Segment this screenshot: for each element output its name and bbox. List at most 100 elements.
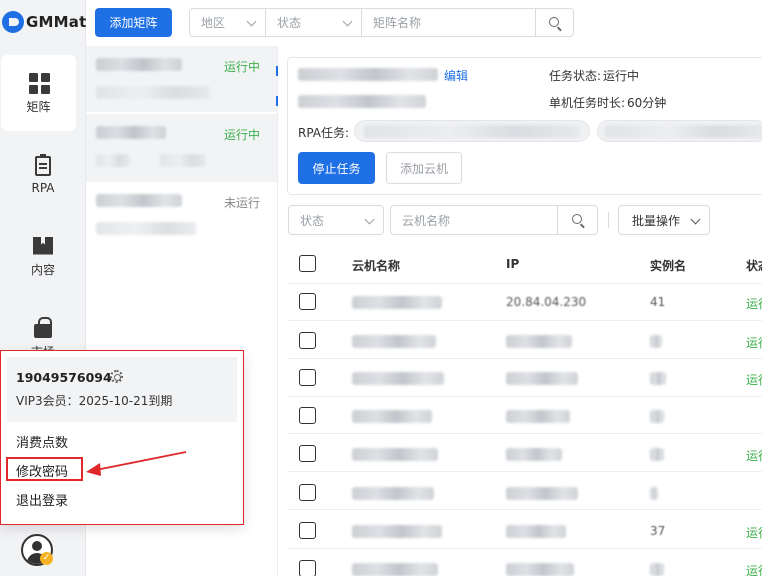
matrix-name-blurred [96,194,182,207]
matrix-list-item[interactable]: 未运行 [86,182,278,248]
cell-status: 运行 [746,297,762,311]
cloud-search-button[interactable] [557,205,598,235]
matrix-status: 运行中 [224,128,261,142]
rpa-task-blurred [605,125,762,138]
row-checkbox[interactable] [299,484,316,501]
cell-status: 运行 [746,526,762,540]
column-header-cloud-name: 云机名称 [352,259,401,273]
status-select-placeholder: 状态 [277,16,302,30]
stop-task-button[interactable]: 停止任务 [298,152,375,184]
task-status-value: 运行中 [603,69,640,83]
chevron-down-icon [690,214,701,225]
ip-blurred [506,525,566,538]
cell-status: 运行 [746,449,762,463]
row-divider [288,548,762,549]
clipboard-icon [35,154,51,176]
row-divider [288,396,762,397]
row-divider [288,358,762,359]
matrix-tag-blurred [96,154,130,167]
status-select[interactable]: 状态 [266,8,362,37]
cloud-name-blurred [352,563,438,576]
instance-blurred [650,487,658,500]
cell-status: 运行 [746,336,762,350]
row-checkbox[interactable] [299,332,316,349]
menu-item-points[interactable]: 消费点数 [16,432,68,451]
nav-item-label: 内容 [30,262,55,277]
select-all-checkbox[interactable] [299,255,316,272]
annotation-highlight-box [6,457,83,481]
nav-item-label: 矩阵 [26,99,51,114]
column-header-instance: 实例名 [650,259,687,273]
cloud-name-blurred [352,448,438,461]
ip-blurred [506,563,574,576]
region-select[interactable]: 地区 [189,8,266,37]
row-checkbox[interactable] [299,293,316,310]
batch-operation-dropdown[interactable]: 批量操作 [618,205,710,235]
matrix-tags-blurred [96,222,196,235]
chevron-down-icon [342,16,353,27]
matrix-name-input[interactable]: 矩阵名称 [362,8,536,37]
cloud-name-blurred [352,525,442,538]
matrix-list-item[interactable]: 运行中 [86,114,278,182]
app-window: GMMat 矩阵 RPA 内容 市场 ✓ 添加矩阵 地区 状态 [0,0,762,576]
chevron-down-icon [364,214,375,225]
rpa-task-blurred [364,125,580,138]
row-checkbox[interactable] [299,560,316,576]
cell-ip: 20.84.04.230 [506,295,587,309]
add-cloud-button[interactable]: 添加云机 [386,152,462,184]
cloud-name-blurred [352,372,444,385]
matrix-list-item[interactable]: 运行中 [86,46,278,112]
cloud-name-blurred [352,487,434,500]
nav-item-label: RPA [31,181,55,195]
matrix-search-button[interactable] [535,8,574,37]
row-checkbox[interactable] [299,445,316,462]
matrix-status: 未运行 [224,196,261,210]
filter-separator [608,212,609,228]
logo-text: GMMat [26,13,87,31]
gear-icon[interactable] [110,370,123,383]
nav-item-content[interactable]: 内容 [0,218,86,294]
duration-label: 单机任务时长: [549,96,626,110]
nav-item-rpa[interactable]: RPA [0,137,86,213]
ip-blurred [506,372,578,385]
row-checkbox[interactable] [299,522,316,539]
bag-icon [34,316,52,338]
logo: GMMat [2,10,86,34]
add-matrix-button[interactable]: 添加矩阵 [95,8,172,37]
vip-expiry: VIP3会员：2025-10-21到期 [16,394,173,408]
grid-icon [28,72,50,94]
batch-operation-label: 批量操作 [632,213,681,228]
panel-divider [277,46,278,576]
scroll-marker [276,66,278,76]
cloud-status-select[interactable]: 状态 [288,205,384,235]
clipboard-icon-wrap [32,154,54,177]
instance-blurred [650,563,664,576]
menu-item-logout[interactable]: 退出登录 [16,490,68,509]
column-header-status: 状态 [746,259,762,273]
book-icon [33,236,53,255]
instance-blurred [650,410,664,423]
user-phone: 19049576094 [16,370,112,385]
cell-instance: 37 [650,524,666,538]
row-divider [288,320,762,321]
chevron-down-icon [246,16,257,27]
logo-icon [2,11,24,33]
matrix-tags-blurred [96,86,210,99]
ip-blurred [506,335,572,348]
instance-blurred [650,335,662,348]
row-checkbox[interactable] [299,369,316,386]
matrix-name-blurred [96,126,166,139]
nav-item-matrix[interactable]: 矩阵 [1,55,76,131]
cloud-name-input[interactable]: 云机名称 [390,205,558,235]
ip-blurred [506,448,562,461]
matrix-name-placeholder: 矩阵名称 [373,16,422,30]
matrix-status: 运行中 [224,60,261,74]
edit-link[interactable]: 编辑 [444,67,468,84]
bag-icon-wrap [32,316,54,339]
matrix-tag-blurred [160,154,206,167]
user-popup-menu: 19049576094 VIP3会员：2025-10-21到期 消费点数 修改密… [0,350,244,525]
search-icon [549,17,559,27]
vip-check-icon: ✓ [40,552,53,565]
duration-value: 60分钟 [627,96,667,110]
row-checkbox[interactable] [299,407,316,424]
